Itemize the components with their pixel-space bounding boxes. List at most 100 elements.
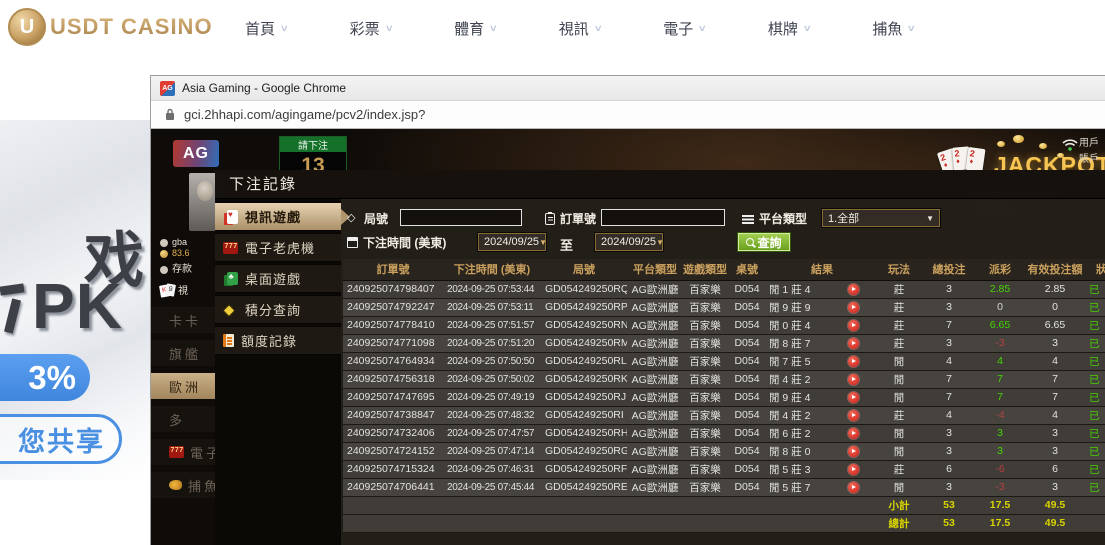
modal-sidebar-label: 桌面遊戲 <box>245 269 301 288</box>
play-video-icon[interactable] <box>848 338 859 349</box>
table-header-cell: 平台類型 <box>627 259 683 280</box>
play-video-icon[interactable] <box>848 428 859 439</box>
table-row[interactable]: 240925074732406 2024-09-25 07:47:57 GD05… <box>343 424 1105 442</box>
nav-item-0[interactable]: 首頁 ∨ <box>245 18 288 39</box>
nav-item-label: 電子 <box>663 18 693 39</box>
bet-records-table-wrap: 訂單號下注時間 (美東)局號平台類型遊戲類型桌號結果玩法總投注派彩有效投注額狀態… <box>343 259 1105 533</box>
table-row[interactable]: 240925074764934 2024-09-25 07:50:50 GD05… <box>343 352 1105 370</box>
table-header-cell: 結果 <box>767 259 877 280</box>
table-row[interactable]: 240925074715324 2024-09-25 07:46:31 GD05… <box>343 460 1105 478</box>
table-row[interactable]: 240925074778410 2024-09-25 07:51:57 GD05… <box>343 316 1105 334</box>
table-header-cell: 局號 <box>541 259 627 280</box>
platform-type-select[interactable]: 1.全部 ▼ <box>822 209 940 227</box>
deposit-icon <box>160 266 168 274</box>
play-video-icon[interactable] <box>848 302 859 313</box>
round-number-label: 局號 <box>347 210 388 227</box>
nav-item-1[interactable]: 彩票 ∨ <box>350 18 393 39</box>
table-header-cell: 總投注 <box>921 259 977 280</box>
page: U USDT CASINO 首頁 ∨ 彩票 ∨ 體育 ∨ 視訊 ∨ 電子 ∨ 棋… <box>0 0 1105 545</box>
room-info-label: 用戶 <box>1079 136 1105 152</box>
nav-item-4[interactable]: 電子 ∨ <box>663 18 706 39</box>
result-text: 閒 1 莊 4 <box>769 282 810 297</box>
play-video-icon[interactable] <box>848 284 859 295</box>
nav-item-5[interactable]: 棋牌 ∨ <box>768 18 811 39</box>
bet-time-label: 下注時間 (美東) <box>347 234 446 251</box>
list-icon <box>742 214 754 224</box>
coin-logo-icon: U <box>8 8 46 46</box>
table-row[interactable]: 240925074724152 2024-09-25 07:47:14 GD05… <box>343 442 1105 460</box>
ag-favicon: AG <box>160 81 175 96</box>
result-text: 閒 6 莊 2 <box>769 426 810 441</box>
play-video-icon[interactable] <box>848 374 859 385</box>
lobby-menu-label: 旗艦 <box>169 344 201 363</box>
nav-item-3[interactable]: 視訊 ∨ <box>559 18 602 39</box>
subtotal-row: 小計 53 17.5 49.5 <box>343 496 1105 514</box>
banner-share-button[interactable]: 您共享 <box>0 414 122 464</box>
slot-777-icon <box>169 446 184 458</box>
result-text: 閒 4 莊 2 <box>769 408 810 423</box>
nav-item-6[interactable]: 捕魚 ∨ <box>872 18 915 39</box>
table-row[interactable]: 240925074756318 2024-09-25 07:50:02 GD05… <box>343 370 1105 388</box>
ag-game-logo: AG <box>173 140 219 167</box>
table-head: 訂單號下注時間 (美東)局號平台類型遊戲類型桌號結果玩法總投注派彩有效投注額狀態 <box>343 259 1105 280</box>
order-number-input[interactable] <box>601 209 725 226</box>
play-video-icon[interactable] <box>848 392 859 403</box>
chevron-down-icon: ▼ <box>926 214 934 223</box>
bet-records-modal: 下注記錄 視訊遊戲 電子老虎機 桌面遊戲 積分查詢 額度記錄 局號 訂單號 <box>215 170 1105 545</box>
play-video-icon[interactable] <box>848 482 859 493</box>
modal-sidebar-label: 電子老虎機 <box>245 238 315 257</box>
room-info-label: 賬戶 <box>1079 152 1105 168</box>
total-row: 總計 53 17.5 49.5 <box>343 514 1105 532</box>
nav-item-label: 捕魚 <box>872 18 902 39</box>
result-text: 閒 9 莊 4 <box>769 390 810 405</box>
result-text: 閒 8 莊 0 <box>769 444 810 459</box>
table-row[interactable]: 240925074738847 2024-09-25 07:48:32 GD05… <box>343 406 1105 424</box>
video-cards-icon <box>227 210 238 224</box>
table-header-cell: 狀態 <box>1087 259 1105 280</box>
browser-title-bar[interactable]: AG Asia Gaming - Google Chrome <box>151 76 1105 101</box>
nav-item-label: 視訊 <box>559 18 589 39</box>
slot-777-icon <box>223 242 238 254</box>
table-header-cell: 遊戲類型 <box>683 259 727 280</box>
modal-sidebar-item-2[interactable]: 桌面遊戲 <box>215 264 341 293</box>
chevron-down-icon: ∨ <box>803 23 812 34</box>
coin-decoration <box>1057 153 1064 158</box>
table-row[interactable]: 240925074771098 2024-09-25 07:51:20 GD05… <box>343 334 1105 352</box>
window-title: Asia Gaming - Google Chrome <box>182 81 346 95</box>
table-cards-icon <box>227 272 238 285</box>
nav-item-2[interactable]: 體育 ∨ <box>454 18 497 39</box>
play-video-icon[interactable] <box>848 410 859 421</box>
nav-item-label: 棋牌 <box>768 18 798 39</box>
promo-banner: 戏 PK 3% 您共享 <box>0 57 150 545</box>
browser-address-bar[interactable]: gci.2hhapi.com/agingame/pcv2/index.jsp? <box>151 101 1105 129</box>
play-video-icon[interactable] <box>848 320 859 331</box>
play-video-icon[interactable] <box>848 446 859 457</box>
search-button[interactable]: 查詢 <box>737 232 791 252</box>
table-header-cell: 桌號 <box>727 259 767 280</box>
fish-icon <box>169 480 182 490</box>
lobby-menu-label: 多 <box>169 410 185 429</box>
table-row[interactable]: 240925074706441 2024-09-25 07:45:44 GD05… <box>343 478 1105 496</box>
table-row[interactable]: 240925074798407 2024-09-25 07:53:44 GD05… <box>343 280 1105 298</box>
play-video-icon[interactable] <box>848 464 859 475</box>
table-header-cell: 訂單號 <box>343 259 443 280</box>
money-bag-icon <box>160 250 168 258</box>
table-row[interactable]: 240925074747695 2024-09-25 07:49:19 GD05… <box>343 388 1105 406</box>
date-to-select[interactable]: 2024/09/25 ▼ <box>595 233 663 251</box>
table-row[interactable]: 240925074792247 2024-09-25 07:53:11 GD05… <box>343 298 1105 316</box>
table-header-cell: 派彩 <box>977 259 1023 280</box>
date-range-to-label: 至 <box>560 235 573 254</box>
site-logo[interactable]: U USDT CASINO <box>8 8 213 46</box>
round-number-input[interactable] <box>400 209 522 226</box>
result-text: 閒 4 莊 2 <box>769 372 810 387</box>
play-video-icon[interactable] <box>848 356 859 367</box>
modal-sidebar-item-3[interactable]: 積分查詢 <box>215 295 341 324</box>
modal-sidebar-item-1[interactable]: 電子老虎機 <box>215 233 341 262</box>
lock-icon <box>165 108 175 121</box>
chevron-down-icon: ∨ <box>593 23 602 34</box>
modal-sidebar-item-0[interactable]: 視訊遊戲 <box>215 202 341 231</box>
top-navigation: U USDT CASINO 首頁 ∨ 彩票 ∨ 體育 ∨ 視訊 ∨ 電子 ∨ 棋… <box>0 0 1105 57</box>
modal-sidebar-item-4[interactable]: 額度記錄 <box>215 326 341 355</box>
date-from-select[interactable]: 2024/09/25 ▼ <box>478 233 546 251</box>
platform-type-label: 平台類型 <box>742 210 807 227</box>
